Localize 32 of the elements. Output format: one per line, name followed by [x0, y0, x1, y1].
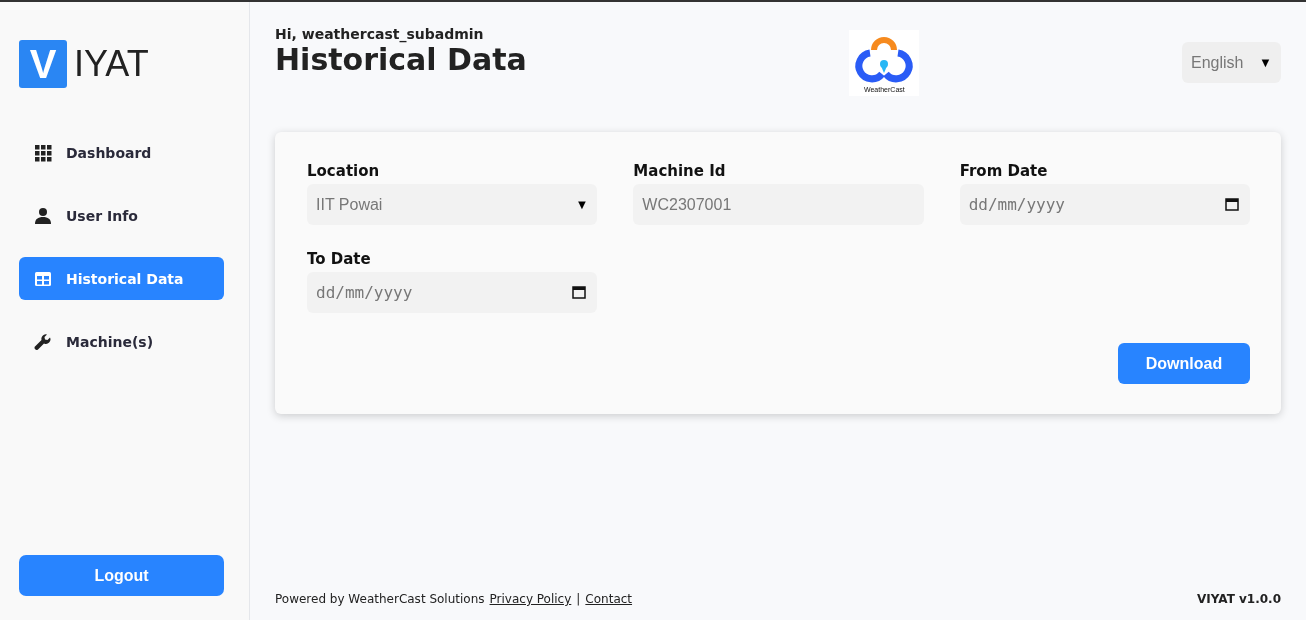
nav-item[interactable]: Historical Data [19, 257, 224, 300]
nav-item[interactable]: Machine(s) [19, 320, 224, 363]
calendar-icon[interactable] [1225, 197, 1239, 211]
logo-mark: V [19, 40, 67, 88]
separator-text: | [576, 592, 581, 606]
date-field[interactable]: dd/mm/yyyy [959, 184, 1250, 225]
caret-icon: ▼ [575, 196, 589, 213]
powered-by-text: Powered by WeatherCast Solutions [275, 592, 485, 606]
footer-link[interactable]: Privacy Policy [489, 592, 572, 606]
download-button[interactable]: Download [1118, 343, 1250, 384]
input-field[interactable]: WC2307001 [633, 184, 924, 225]
location-select[interactable]: IIT Powai ▼ [307, 184, 598, 225]
nav-item[interactable]: Dashboard [19, 131, 224, 174]
grid-icon [34, 143, 52, 162]
logout-button[interactable]: Logout [19, 555, 224, 596]
table-icon [34, 269, 52, 288]
page-title: Historical Data [275, 42, 527, 77]
field-label: Machine Id [633, 162, 727, 180]
caret-icon: ▼ [1259, 55, 1272, 70]
field-label: To Date [307, 250, 372, 268]
calendar-icon[interactable] [572, 285, 587, 299]
field-label: From Date [959, 162, 1049, 180]
date-field[interactable]: dd/mm/yyyy [307, 272, 598, 313]
greeting: Hi, weathercast_subadmin [275, 26, 485, 42]
version-text: VIYAT v1.0.0 [1197, 592, 1281, 606]
language-select[interactable]: English ▼ [1182, 42, 1281, 83]
nav-item[interactable]: User Info [19, 194, 224, 237]
field-label: Location [307, 162, 381, 180]
wrench-icon [34, 332, 52, 351]
footer-link[interactable]: Contact [585, 592, 633, 606]
logo-text: IYAT [74, 43, 149, 85]
user-icon [34, 206, 52, 225]
